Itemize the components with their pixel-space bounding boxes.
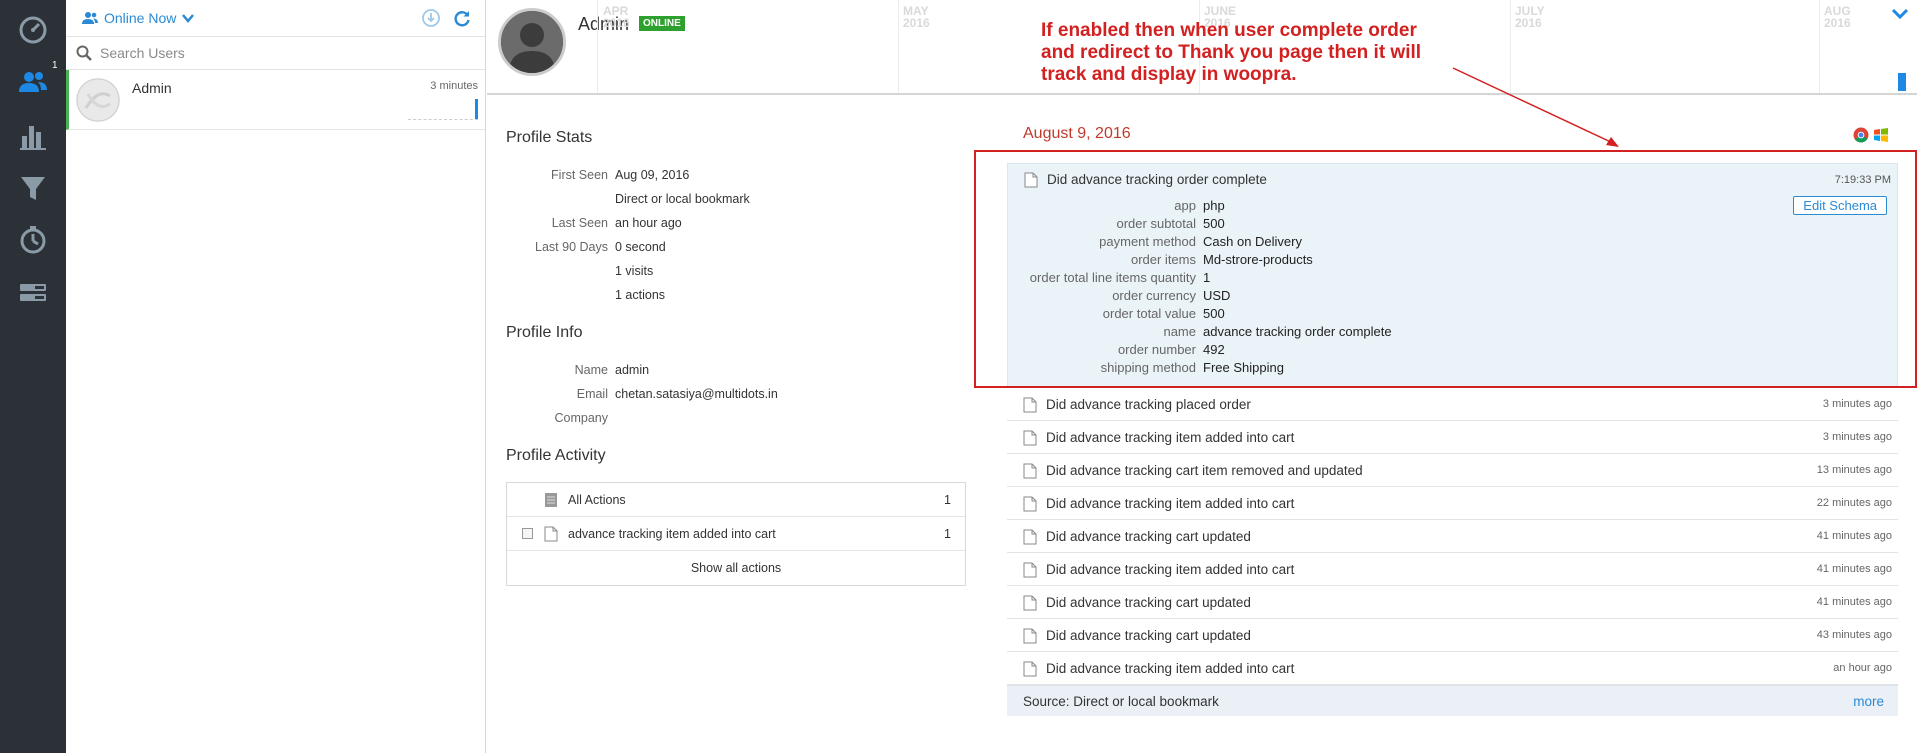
event-stream: Did advance tracking order complete 7:19… [1007,163,1898,716]
nav-retention[interactable] [0,216,66,264]
user-name: Admin [132,80,172,96]
activity-checkbox[interactable] [522,528,533,539]
event-source-text: Source: Direct or local bookmark [1023,694,1219,709]
info-row: Company [554,411,609,425]
search-bar [66,36,485,70]
online-now-filter[interactable]: Online Now [82,10,195,26]
users-panel: Online Now Admin 3 minutes [66,0,486,753]
user-last-seen: 3 minutes [430,80,478,92]
event-property: order subtotal 500 [1116,216,1225,231]
nav-rail: 1 [0,0,66,753]
search-icon [76,45,92,61]
more-link[interactable]: more [1853,694,1884,709]
search-input[interactable] [100,45,460,61]
event-row[interactable]: Did advance tracking item added into car… [1007,487,1898,520]
stat-row: Last Seen an hour ago [551,216,682,230]
online-now-label: Online Now [104,10,177,26]
nav-settings[interactable] [0,268,66,316]
document-icon [1023,397,1037,413]
document-icon [1023,628,1037,644]
activity-label: All Actions [568,493,626,507]
activity-row-all[interactable]: All Actions 1 [507,483,965,517]
event-row[interactable]: Did advance tracking item added into car… [1007,553,1898,586]
document-icon [1023,562,1037,578]
event-property: order total line items quantity 1 [1029,270,1211,285]
event-row[interactable]: Did advance tracking cart updated 41 minu… [1007,520,1898,553]
download-icon[interactable] [421,8,441,28]
settings-icon [20,284,46,301]
nav-people-badge: 1 [52,60,58,71]
list-icon [545,493,557,507]
event-row[interactable]: Did advance tracking placed order 3 minut… [1007,388,1898,421]
user-activity-sparkline [408,99,478,120]
document-icon [1023,463,1037,479]
show-all-actions-link[interactable]: Show all actions [507,561,965,575]
users-icon [19,72,47,92]
nav-dashboard[interactable] [0,6,66,54]
event-row[interactable]: Did advance tracking item added into car… [1007,421,1898,454]
document-icon [1023,430,1037,446]
show-all-actions-row: Show all actions [507,551,965,585]
document-icon [1023,529,1037,545]
stat-row: 1 visits [615,264,654,278]
activity-count: 1 [944,493,951,507]
event-source-row: Source: Direct or local bookmark more [1007,685,1898,716]
activity-label: advance tracking item added into cart [568,527,776,541]
user-list-item[interactable]: Admin 3 minutes [66,70,485,130]
chevron-down-icon [182,13,195,23]
event-property: order currency USD [1112,288,1231,303]
document-icon [1023,661,1037,677]
event-property: order items Md-strore-products [1130,252,1313,267]
info-row: Name admin [574,363,650,377]
event-row[interactable]: Did advance tracking item added into car… [1007,652,1898,685]
profile-activity-title: Profile Activity [506,447,606,464]
users-panel-header: Online Now [66,0,485,36]
annotation-arrow [1452,67,1619,147]
info-row: Email chetan.satasiya@multidots.in [576,387,778,401]
document-icon [544,526,558,542]
refresh-icon[interactable] [452,8,472,28]
document-icon [1023,595,1037,611]
document-icon [1023,496,1037,512]
event-property: order total value 500 [1102,306,1225,321]
profile-info-title: Profile Info [506,324,583,341]
funnel-icon [21,177,45,200]
event-row[interactable]: Did advance tracking cart updated 41 minu… [1007,586,1898,619]
event-property: payment method Cash on Delivery [1099,234,1302,249]
retention-icon [20,226,46,254]
dashboard-icon [19,16,47,44]
group-icon [82,12,98,24]
stat-row: Last 90 Days 0 second [535,240,666,254]
event-row[interactable]: Did advance tracking cart updated 43 minu… [1007,619,1898,652]
nav-funnels[interactable] [0,164,66,212]
profile-main: Admin ONLINE APR 2016 MAY 2016 JUNE 2016 JU… [487,0,1917,753]
activity-row[interactable]: advance tracking item added into cart 1 [507,517,965,551]
nav-reports[interactable] [0,112,66,160]
nav-people[interactable]: 1 [0,58,66,106]
profile-activity-list: All Actions 1 advance tracking item adde… [506,482,966,586]
stat-row: 1 actions [615,288,666,302]
event-row[interactable]: Did advance tracking cart item removed a… [1007,454,1898,487]
activity-count: 1 [944,527,951,541]
event-property: name advance tracking order complete [1163,324,1392,339]
user-avatar [76,78,120,122]
event-property: order number 492 [1117,342,1225,357]
reports-icon [20,126,46,150]
event-property: shipping method Free Shipping [1100,360,1284,375]
